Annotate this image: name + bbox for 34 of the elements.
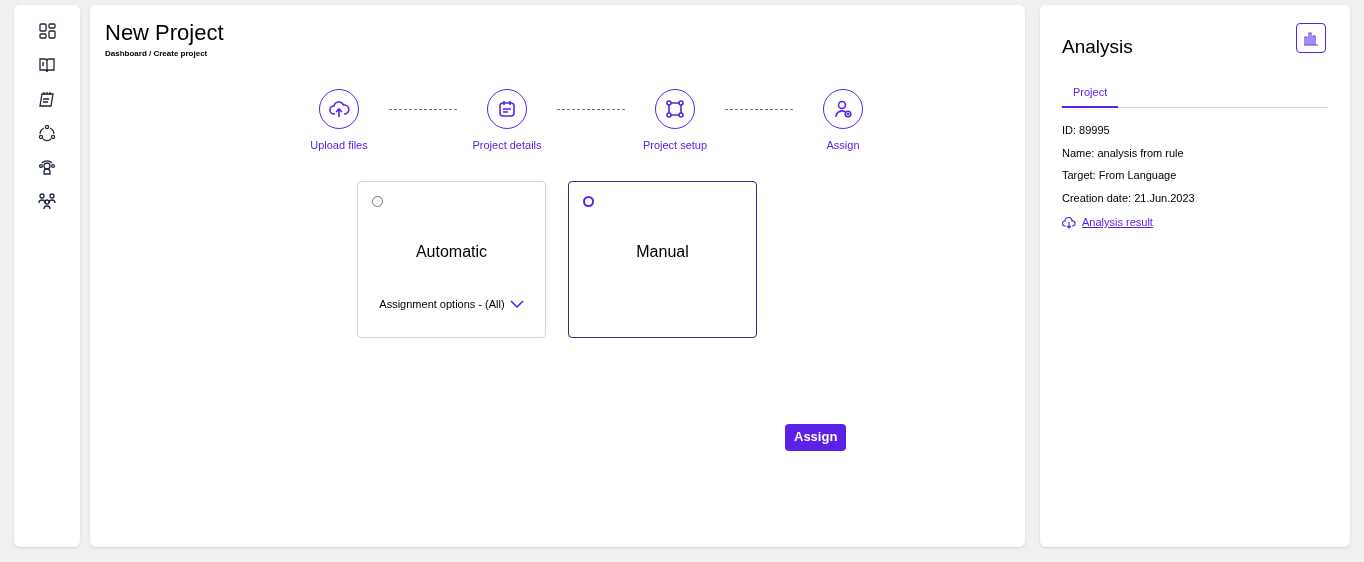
calendar-icon <box>496 98 518 120</box>
option-title: Manual <box>636 241 689 262</box>
option-card[interactable]: Automatic Assignment options - (All) <box>357 180 546 338</box>
page-title: New Project <box>105 19 224 47</box>
step-label: Upload files <box>310 138 368 153</box>
panel-title: Analysis <box>1062 35 1133 59</box>
frame-icon <box>664 98 686 120</box>
circle-nodes-icon[interactable] <box>37 123 57 143</box>
cloud-upload-icon <box>328 98 350 120</box>
book-icon[interactable] <box>37 55 57 75</box>
assignment-dropdown[interactable]: Assignment options - (All) <box>379 295 524 312</box>
chevron-down-icon <box>509 299 524 308</box>
tab[interactable]: Project <box>1062 83 1119 108</box>
person-network-icon[interactable] <box>37 157 57 177</box>
option-title: Automatic <box>415 241 488 262</box>
info-text: Creation date: 21.Jun.2023 <box>1062 190 1195 206</box>
info-text: ID: 89995 <box>1062 123 1110 138</box>
grid-icon[interactable] <box>37 21 57 41</box>
people-icon[interactable] <box>37 191 57 211</box>
info-text: Name: analysis from rule <box>1062 145 1184 161</box>
step-label: Project details <box>472 138 542 153</box>
notepad-icon[interactable] <box>37 89 57 109</box>
cloud-download-icon <box>1062 215 1076 229</box>
bar-chart-icon <box>1303 30 1319 46</box>
analysis-result-link[interactable]: Analysis result <box>1082 214 1153 231</box>
step-label: Project setup <box>642 138 708 153</box>
breadcrumb: Dashboard / Create project <box>105 48 208 60</box>
radio-button[interactable] <box>583 195 594 207</box>
chart-button[interactable] <box>1296 23 1326 53</box>
user-add-icon <box>832 98 854 120</box>
step-label: Assign <box>826 138 860 153</box>
assign-button[interactable]: Assign <box>785 423 847 451</box>
option-card[interactable]: Manual <box>568 180 757 338</box>
info-text: Target: From Language <box>1062 168 1177 183</box>
